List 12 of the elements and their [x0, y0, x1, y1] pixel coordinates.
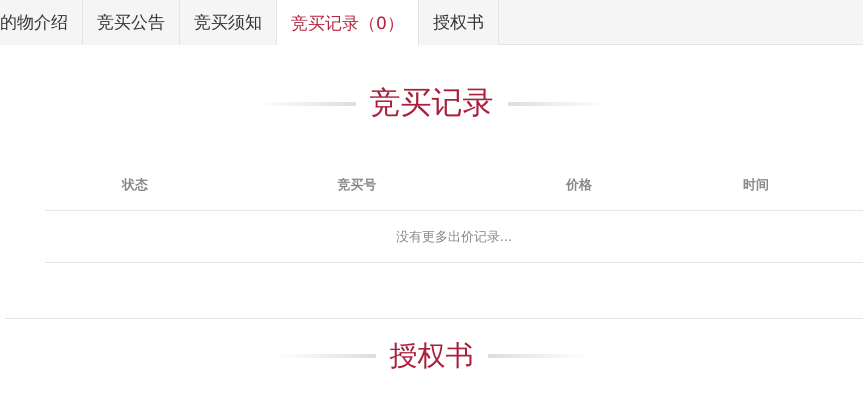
empty-message: 没有更多出价记录...: [396, 228, 512, 246]
tab[interactable]: 竞买记录（0）: [277, 0, 419, 46]
tab[interactable]: 竞买公告: [83, 0, 180, 45]
section-title: 授权书: [390, 339, 474, 373]
section-title: 竞买记录: [370, 85, 494, 122]
column-header: 竞买号: [336, 176, 378, 194]
tab[interactable]: 授权书: [418, 0, 499, 45]
column-header: 时间: [742, 177, 770, 194]
tab[interactable]: 的物介绍: [0, 0, 83, 45]
tab[interactable]: 竞买须知: [180, 0, 277, 45]
column-header: 状态: [120, 177, 149, 194]
column-header: 价格: [564, 177, 593, 194]
